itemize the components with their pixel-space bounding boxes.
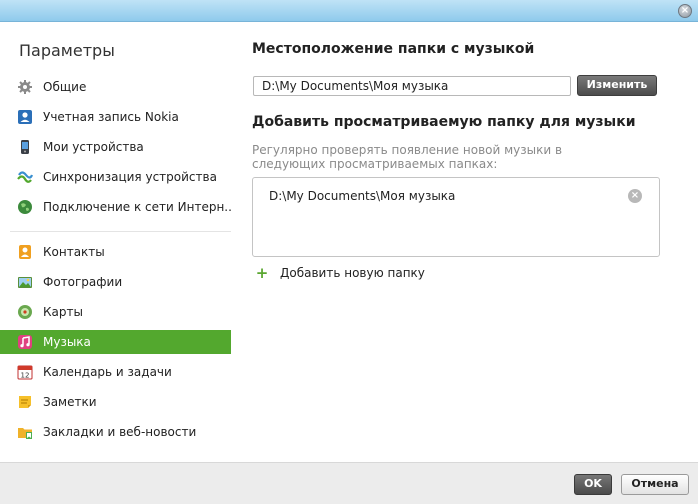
music-folder-heading: Местоположение папки с музыкой: [252, 41, 535, 57]
sidebar-item-label: Подключение к сети Интерн...: [43, 200, 231, 214]
sidebar-item-label: Учетная запись Nokia: [43, 110, 179, 124]
photos-icon: [17, 274, 33, 290]
watched-folders-heading: Добавить просматриваемую папку для музык…: [252, 114, 636, 130]
sync-icon: [17, 169, 33, 185]
sidebar-item-label: Музыка: [43, 335, 91, 349]
svg-text:12: 12: [21, 372, 30, 380]
cancel-button[interactable]: Отмена: [621, 474, 689, 495]
sidebar-item-label: Календарь и задачи: [43, 365, 172, 379]
music-settings-panel: Местоположение папки с музыкой Изменить …: [232, 22, 698, 462]
add-folder-label: Добавить новую папку: [280, 266, 425, 280]
globe-icon: [17, 199, 33, 215]
watched-folders-list: D:\My Documents\Моя музыка ×: [252, 177, 660, 257]
window-titlebar: ×: [0, 0, 698, 22]
user-account-icon: [17, 109, 33, 125]
sidebar-item-label: Синхронизация устройства: [43, 170, 217, 184]
sidebar-item-label: Общие: [43, 80, 87, 94]
sidebar-item-label: Фотографии: [43, 275, 123, 289]
music-folder-path-field[interactable]: [253, 76, 571, 96]
close-window-button[interactable]: ×: [678, 4, 692, 18]
music-icon: [17, 334, 33, 350]
sidebar-item-maps[interactable]: Карты: [0, 300, 231, 324]
sidebar-divider: [10, 231, 231, 232]
sidebar-item-nokia-account[interactable]: Учетная запись Nokia: [0, 105, 231, 129]
watched-folder-item: D:\My Documents\Моя музыка: [269, 189, 456, 203]
sidebar-item-internet-connection[interactable]: Подключение к сети Интерн...: [0, 195, 231, 219]
remove-folder-button[interactable]: ×: [628, 189, 642, 203]
sidebar-item-photos[interactable]: Фотографии: [0, 270, 231, 294]
sidebar-item-label: Заметки: [43, 395, 97, 409]
sidebar-item-device-sync[interactable]: Синхронизация устройства: [0, 165, 231, 189]
sidebar-item-general[interactable]: Общие: [0, 75, 231, 99]
contacts-icon: [17, 244, 33, 260]
sidebar-item-bookmarks[interactable]: Закладки и веб-новости: [0, 420, 231, 444]
add-folder-link[interactable]: + Добавить новую папку: [255, 264, 425, 282]
sidebar-item-label: Закладки и веб-новости: [43, 425, 197, 439]
sidebar-item-label: Контакты: [43, 245, 105, 259]
watched-folders-hint: Регулярно проверять появление новой музы…: [252, 143, 563, 171]
calendar-icon: 12: [17, 364, 33, 380]
plus-icon: +: [255, 264, 269, 282]
sidebar-item-label: Мои устройства: [43, 140, 144, 154]
sidebar-item-calendar[interactable]: 12 Календарь и задачи: [0, 360, 231, 384]
sidebar-item-music[interactable]: Музыка: [0, 330, 231, 354]
sidebar-item-notes[interactable]: Заметки: [0, 390, 231, 414]
ok-button[interactable]: OK: [574, 474, 612, 495]
maps-icon: [17, 304, 33, 320]
phone-icon: [17, 139, 33, 155]
sidebar-title: Параметры: [19, 41, 115, 60]
sidebar-item-label: Карты: [43, 305, 83, 319]
gear-icon: [17, 79, 33, 95]
notes-icon: [17, 394, 33, 410]
change-folder-button[interactable]: Изменить: [577, 75, 657, 96]
sidebar-item-my-devices[interactable]: Мои устройства: [0, 135, 231, 159]
settings-sidebar: Параметры Общие Учетная запись Nokia Мои…: [0, 22, 232, 462]
bookmarks-icon: [17, 424, 33, 440]
dialog-footer: OK Отмена: [0, 462, 698, 504]
sidebar-item-contacts[interactable]: Контакты: [0, 240, 231, 264]
